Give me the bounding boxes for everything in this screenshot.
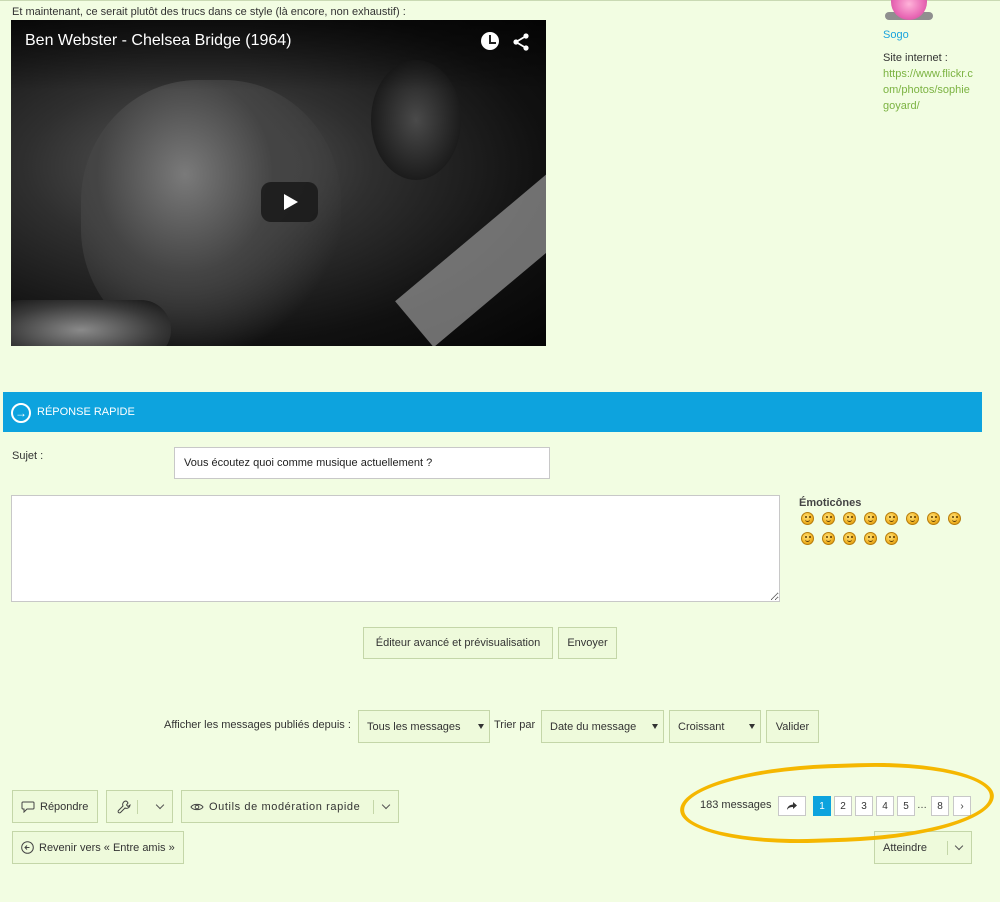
video-title-overlay: [11, 20, 546, 90]
sort-by-select[interactable]: Date du message: [541, 710, 664, 743]
reply-button[interactable]: Répondre: [12, 790, 98, 823]
message-textarea[interactable]: [11, 495, 780, 602]
sort-by-label: Trier par: [494, 719, 536, 731]
chevron-down-icon: [381, 800, 391, 810]
confused-emoticon-icon[interactable]: [822, 532, 835, 545]
username-link[interactable]: Sogo: [883, 29, 909, 41]
question-emoticon-icon[interactable]: [885, 512, 898, 525]
wink-emoticon-icon[interactable]: [801, 532, 814, 545]
order-select[interactable]: Croissant: [669, 710, 761, 743]
chevron-down-icon: [155, 800, 165, 810]
tools-menu-button[interactable]: [106, 790, 173, 823]
caret-down-icon: [652, 724, 658, 729]
back-to-forum-label: Revenir vers « Entre amis »: [39, 841, 175, 854]
caret-down-icon: [749, 724, 755, 729]
watch-later-icon[interactable]: [481, 32, 499, 50]
embedded-video[interactable]: Ben Webster - Chelsea Bridge (1964): [11, 20, 546, 346]
share-icon[interactable]: [511, 32, 531, 52]
eye-icon: [190, 803, 204, 810]
angry-emoticon-icon[interactable]: [885, 532, 898, 545]
cool-emoticon-icon[interactable]: [906, 512, 919, 525]
smile-emoticon-icon[interactable]: [801, 512, 814, 525]
video-title[interactable]: Ben Webster - Chelsea Bridge (1964): [25, 32, 292, 50]
validate-button[interactable]: Valider: [766, 710, 819, 743]
back-to-forum-button[interactable]: Revenir vers « Entre amis »: [12, 831, 184, 864]
quick-reply-header: → RÉPONSE RAPIDE: [3, 392, 982, 432]
moderation-tools-button[interactable]: Outils de modération rapide: [181, 790, 399, 823]
chevron-down-icon: [954, 841, 964, 851]
top-divider: [0, 0, 1000, 1]
moderation-tools-label: Outils de modération rapide: [209, 800, 361, 813]
grin-emoticon-icon[interactable]: [864, 512, 877, 525]
wrench-icon: [117, 799, 131, 813]
laugh-emoticon-icon[interactable]: [843, 512, 856, 525]
subject-input[interactable]: [174, 447, 550, 479]
sort-by-value: Date du message: [550, 720, 637, 733]
advanced-editor-button[interactable]: Éditeur avancé et prévisualisation: [363, 627, 553, 659]
show-since-select[interactable]: Tous les messages: [358, 710, 490, 743]
website-label: Site internet :: [883, 52, 948, 64]
emoticons-grid: [801, 512, 971, 545]
subject-label: Sujet :: [12, 450, 44, 462]
video-frame-collar: [395, 172, 546, 346]
video-frame-microphone: [11, 300, 171, 346]
post-intro-text: Et maintenant, ce serait plutôt des truc…: [12, 6, 406, 18]
speech-bubble-icon: [21, 801, 35, 813]
arrow-right-circle-icon: →: [11, 403, 31, 423]
quick-reply-title: RÉPONSE RAPIDE: [37, 406, 135, 418]
goto-label: Atteindre: [883, 841, 928, 854]
surprised-emoticon-icon[interactable]: [864, 532, 877, 545]
arrow-emoticon-icon[interactable]: [843, 532, 856, 545]
avatar[interactable]: [885, 0, 933, 22]
send-button[interactable]: Envoyer: [558, 627, 617, 659]
sad-emoticon-icon[interactable]: [948, 512, 961, 525]
show-since-label: Afficher les messages publiés depuis :: [164, 719, 351, 731]
caret-down-icon: [478, 724, 484, 729]
play-button[interactable]: [261, 182, 318, 222]
emoticons-title: Émoticônes: [799, 497, 862, 509]
arrow-left-circle-icon: [21, 841, 34, 854]
website-link[interactable]: https://www.flickr.com/photos/sophiegoya…: [883, 66, 975, 114]
reply-button-label: Répondre: [40, 800, 89, 813]
order-value: Croissant: [678, 720, 725, 733]
lol-emoticon-icon[interactable]: [927, 512, 940, 525]
show-since-value: Tous les messages: [367, 720, 461, 733]
happy-emoticon-icon[interactable]: [822, 512, 835, 525]
